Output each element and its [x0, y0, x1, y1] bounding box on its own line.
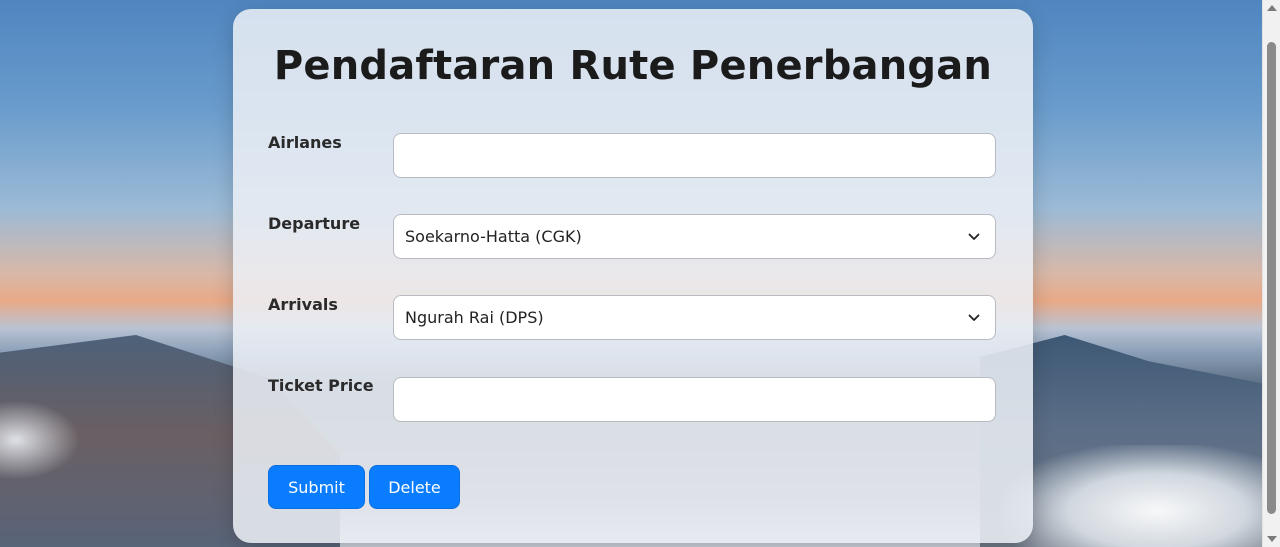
departure-label: Departure [268, 214, 361, 233]
page-background: Pendaftaran Rute Penerbangan Airlanes De… [0, 0, 1262, 547]
page-title: Pendaftaran Rute Penerbangan [273, 43, 993, 89]
background-clouds-right [1000, 445, 1262, 547]
registration-form-card: Pendaftaran Rute Penerbangan Airlanes De… [233, 9, 1033, 543]
ticket-price-label: Ticket Price [268, 376, 374, 395]
scroll-up-arrow-icon[interactable] [1267, 5, 1277, 11]
ticket-price-input[interactable] [393, 377, 996, 422]
departure-select[interactable]: Soekarno-Hatta (CGK) [393, 214, 996, 259]
scrollbar-thumb[interactable] [1267, 42, 1276, 514]
scroll-down-arrow-icon[interactable] [1267, 536, 1277, 542]
departure-selected-value: Soekarno-Hatta (CGK) [405, 227, 582, 246]
chevron-down-icon [968, 312, 980, 324]
arrivals-select[interactable]: Ngurah Rai (DPS) [393, 295, 996, 340]
airlanes-label: Airlanes [268, 133, 342, 152]
airlanes-input[interactable] [393, 133, 996, 178]
submit-button[interactable]: Submit [268, 465, 365, 509]
chevron-down-icon [968, 231, 980, 243]
arrivals-selected-value: Ngurah Rai (DPS) [405, 308, 544, 327]
arrivals-label: Arrivals [268, 295, 338, 314]
delete-button[interactable]: Delete [369, 465, 460, 509]
background-clouds-left [0, 400, 80, 480]
vertical-scrollbar[interactable] [1262, 0, 1280, 547]
